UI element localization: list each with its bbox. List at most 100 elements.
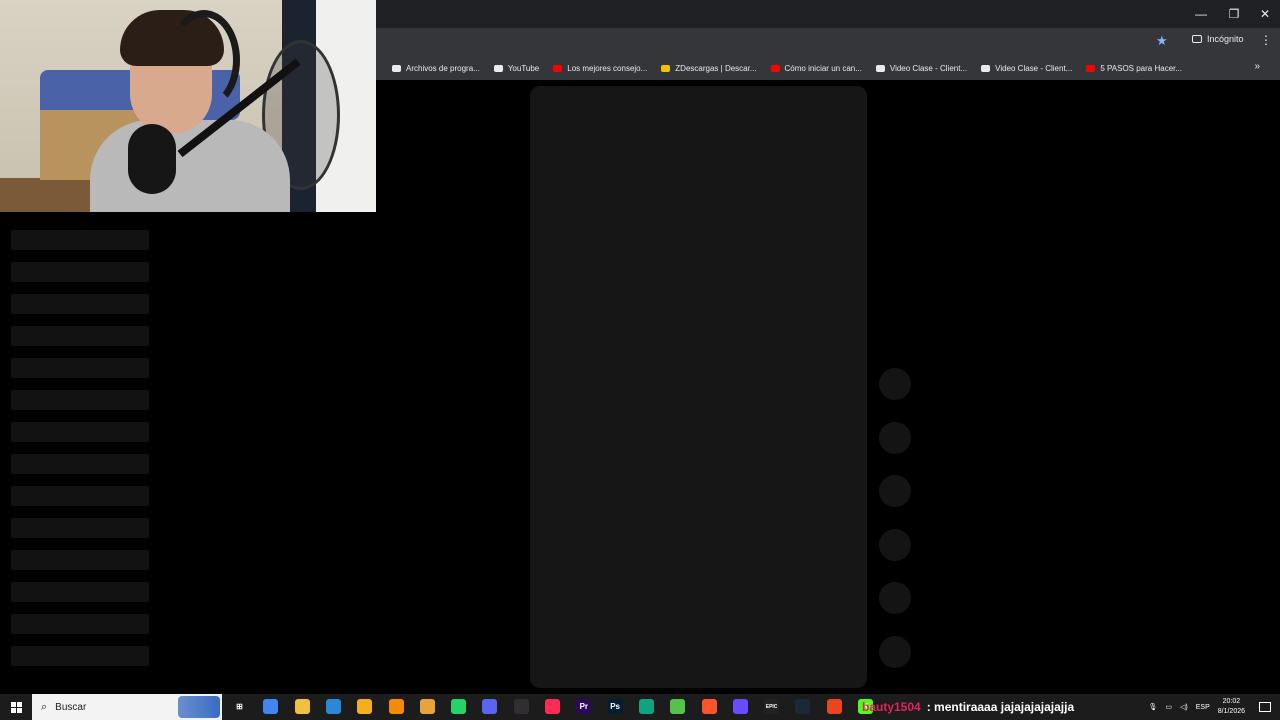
steam-icon[interactable] — [795, 699, 811, 714]
folder-icon[interactable] — [419, 699, 435, 714]
skeleton-row — [11, 262, 149, 282]
skeleton-row — [11, 486, 149, 506]
restore-button[interactable]: ❐ — [1219, 4, 1249, 24]
taskbar: ⌕ Buscar ⊞ Pr Ps EPIC K bauty1504 : mentiraa… — [0, 694, 1280, 720]
bookmark-item[interactable]: Archivos de progra... — [392, 64, 480, 73]
incognito-label: Incógnito — [1207, 34, 1244, 44]
epic-icon[interactable]: EPIC — [764, 699, 780, 714]
skeleton-row — [11, 646, 149, 666]
obs-icon[interactable] — [513, 699, 529, 714]
app-icon[interactable] — [638, 699, 654, 714]
skeleton-row — [11, 422, 149, 442]
minimize-button[interactable]: — — [1186, 4, 1216, 24]
action-button-placeholder[interactable] — [879, 475, 911, 507]
tiktok-icon[interactable] — [545, 699, 560, 714]
skeleton-row — [11, 550, 149, 570]
browser-titlebar: — ❐ ✕ — [376, 0, 1280, 28]
microphone-icon — [128, 124, 176, 194]
webcam-person-body — [90, 120, 290, 212]
bookmarks-bar: Archivos de progra... YouTube Los mejores … — [376, 56, 1280, 80]
cc-icon — [981, 64, 991, 72]
clock-date: 8/1/2026 — [1217, 708, 1245, 715]
game-icon[interactable] — [732, 699, 748, 714]
cc-icon — [875, 64, 885, 72]
youtube-icon — [553, 64, 563, 72]
windows-logo-icon — [10, 701, 22, 713]
clock[interactable]: 20:02 8/1/2026 — [1218, 697, 1245, 717]
webcam-overlay — [0, 0, 376, 212]
bookmark-item[interactable]: Video Clase - Client... — [875, 63, 968, 73]
brave-icon[interactable] — [701, 699, 717, 714]
chat-message: : mentiraaaa jajajajajajajja — [926, 700, 1075, 714]
action-button-placeholder[interactable] — [879, 582, 911, 614]
youtube-icon — [1086, 64, 1096, 72]
bookmark-label: ZDescargas | Descar... — [675, 63, 757, 73]
action-button-placeholder[interactable] — [879, 368, 911, 400]
language-indicator[interactable]: ESP — [1196, 704, 1210, 711]
bookmark-item[interactable]: Los mejores consejo... — [553, 64, 647, 73]
start-button[interactable] — [0, 694, 32, 720]
headset-icon — [168, 10, 240, 110]
bookmark-label: Video Clase - Client... — [995, 63, 1073, 73]
bookmark-label: 5 PASOS para Hacer... — [1100, 63, 1183, 73]
chat-username: bauty1504 — [862, 700, 921, 714]
folder-icon — [493, 64, 503, 72]
close-button[interactable]: ✕ — [1250, 4, 1280, 24]
bookmark-item[interactable]: 5 PASOS para Hacer... — [1086, 64, 1182, 73]
photoshop-icon[interactable]: Ps — [607, 699, 623, 714]
search-icon: ⌕ — [41, 700, 48, 713]
skeleton-row — [11, 518, 149, 538]
bookmark-label: Los mejores consejo... — [567, 63, 648, 73]
skeleton-row — [11, 294, 149, 314]
search-placeholder: Buscar — [55, 701, 87, 713]
browser-toolbar: ★ Incógnito ⋮ — [376, 28, 1280, 56]
action-button-placeholder[interactable] — [879, 635, 911, 668]
notification-icon[interactable] — [1259, 702, 1271, 712]
vlc-icon[interactable] — [388, 699, 404, 714]
volume-icon[interactable]: ◁) — [1180, 703, 1188, 711]
skeleton-row — [11, 614, 149, 634]
bookmark-label: YouTube — [507, 63, 540, 73]
menu-icon[interactable]: ⋮ — [1260, 33, 1272, 47]
incognito-badge[interactable]: Incógnito — [1192, 34, 1244, 44]
discord-icon[interactable] — [482, 699, 498, 714]
chrome-icon[interactable] — [263, 699, 279, 714]
skeleton-row — [11, 454, 149, 474]
action-button-placeholder[interactable] — [879, 528, 911, 561]
youtube-icon — [770, 64, 780, 72]
incognito-icon — [1192, 35, 1202, 43]
clock-time: 20:02 — [1222, 698, 1241, 705]
bookmark-item[interactable]: Video Clase - Client... — [981, 64, 1072, 73]
search-highlight-icon — [178, 696, 220, 718]
chrome-canary-icon[interactable] — [357, 699, 373, 714]
action-button-placeholder[interactable] — [879, 421, 911, 454]
whatsapp-icon[interactable] — [451, 699, 467, 714]
file-explorer-icon[interactable] — [294, 699, 310, 714]
brave-shield-icon[interactable] — [826, 699, 842, 714]
video-placeholder-panel — [530, 86, 867, 688]
stream-chat-overlay: bauty1504 : mentiraaaa jajajajajajajja — [862, 694, 1074, 720]
bookmark-item[interactable]: ZDescargas | Descar... — [661, 63, 757, 73]
taskbar-search[interactable]: ⌕ Buscar — [32, 694, 222, 720]
bookmark-label: Cómo iniciar un can... — [784, 63, 862, 73]
folder-icon — [392, 64, 401, 72]
network-icon[interactable]: ▭ — [1165, 703, 1172, 711]
xbox-icon[interactable] — [670, 699, 686, 714]
skeleton-row — [11, 358, 149, 378]
bookmark-item[interactable]: YouTube — [493, 63, 540, 73]
store-icon[interactable] — [325, 699, 341, 714]
zdescargas-icon — [661, 64, 671, 72]
star-icon[interactable]: ★ — [1156, 33, 1168, 49]
bookmark-label: Video Clase - Client... — [889, 63, 968, 73]
bookmark-label: Archivos de progra... — [406, 63, 480, 73]
premiere-icon[interactable]: Pr — [576, 699, 592, 714]
bookmarks-overflow-icon[interactable]: » — [1254, 61, 1260, 72]
system-tray: 🎙 ▭ ◁) ESP 20:02 8/1/2026 — [1149, 694, 1280, 720]
mic-tray-icon[interactable]: 🎙 — [1149, 703, 1158, 711]
skeleton-row — [11, 326, 149, 346]
bookmark-item[interactable]: Cómo iniciar un can... — [770, 63, 862, 73]
task-view-icon[interactable]: ⊞ — [232, 699, 247, 714]
skeleton-row — [11, 230, 149, 250]
skeleton-row — [11, 390, 149, 410]
skeleton-row — [11, 582, 149, 602]
